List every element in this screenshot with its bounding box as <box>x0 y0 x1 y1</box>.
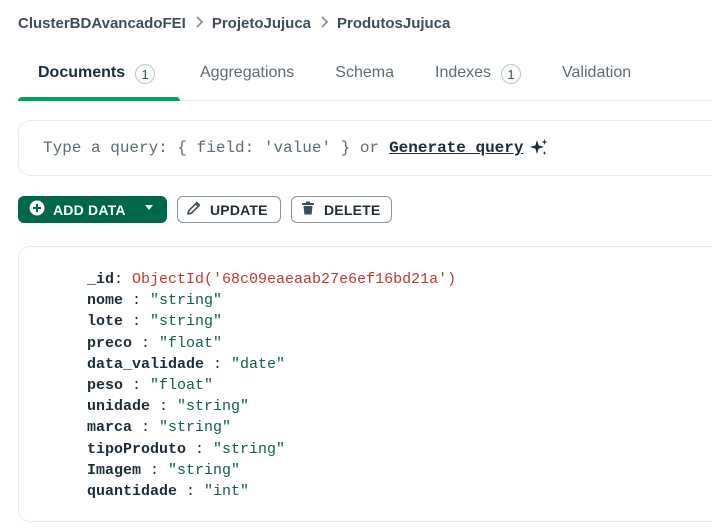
add-data-label: ADD DATA <box>53 201 126 218</box>
document-card[interactable]: _id: ObjectId('68c09eaeaab27e6ef16bd21a'… <box>18 246 712 522</box>
tab-validation[interactable]: Validation <box>562 54 631 100</box>
tab-aggregations[interactable]: Aggregations <box>200 54 294 100</box>
field-value: "string" <box>150 292 223 310</box>
tab-label: Schema <box>335 64 394 81</box>
document-field: lote : "string" <box>87 311 456 332</box>
breadcrumb-database[interactable]: ProjetoJujuca <box>212 15 311 32</box>
tab-label: Validation <box>562 64 632 81</box>
update-button[interactable]: UPDATE <box>177 196 281 223</box>
breadcrumb-collection[interactable]: ProdutosJujuca <box>337 15 450 32</box>
tab-label: Documents <box>38 64 126 81</box>
field-key: preco <box>87 334 133 352</box>
documents-toolbar: ADD DATA UPDATE DELETE <box>18 196 392 223</box>
documents-count-badge: 1 <box>135 64 156 84</box>
field-value: "date" <box>231 355 286 373</box>
field-value: "string" <box>213 440 286 458</box>
tab-label: Indexes <box>435 64 492 81</box>
field-key: unidade <box>87 398 151 416</box>
tab-documents[interactable]: Documents 1 <box>18 54 180 101</box>
query-placeholder: Type a query: { field: 'value' } or <box>43 139 380 157</box>
field-key: peso <box>87 377 124 395</box>
field-value: "float" <box>150 377 214 395</box>
field-value: "string" <box>159 419 232 437</box>
add-data-button[interactable]: ADD DATA <box>18 196 167 223</box>
document-field: peso : "float" <box>87 375 456 396</box>
tab-indexes[interactable]: Indexes 1 <box>435 54 522 100</box>
field-value: "float" <box>159 334 223 352</box>
document-field: _id: ObjectId('68c09eaeaab27e6ef16bd21a'… <box>87 269 456 290</box>
breadcrumb-cluster[interactable]: ClusterBDAvancadoFEI <box>18 15 186 32</box>
delete-label: DELETE <box>324 201 381 218</box>
field-separator: : <box>123 313 151 331</box>
field-key: quantidade <box>87 483 178 501</box>
plus-circle-icon <box>29 200 45 219</box>
field-separator: : <box>186 440 214 458</box>
document-field: tipoProduto : "string" <box>87 439 456 460</box>
field-separator: : <box>132 419 160 437</box>
tab-schema[interactable]: Schema <box>335 54 394 100</box>
trash-icon <box>300 200 316 219</box>
field-key: tipoProduto <box>87 440 187 458</box>
generate-query-link[interactable]: Generate query <box>389 139 523 157</box>
document-field: quantidade : "int" <box>87 481 456 502</box>
document-fields: _id: ObjectId('68c09eaeaab27e6ef16bd21a'… <box>87 269 456 502</box>
indexes-count-badge: 1 <box>501 64 522 84</box>
field-value: "int" <box>204 483 250 501</box>
field-key: data_validade <box>87 355 205 373</box>
field-key: nome <box>87 292 124 310</box>
field-value: "string" <box>177 398 250 416</box>
field-key: Imagem <box>87 461 142 479</box>
field-key: lote <box>87 313 124 331</box>
field-value: "string" <box>168 461 241 479</box>
field-separator: : <box>177 483 205 501</box>
update-label: UPDATE <box>210 201 268 218</box>
caret-down-icon <box>144 204 154 215</box>
document-field: marca : "string" <box>87 417 456 438</box>
field-separator: : <box>150 398 178 416</box>
document-field: preco : "float" <box>87 333 456 354</box>
pencil-icon <box>186 200 202 219</box>
field-value: ObjectId('68c09eaeaab27e6ef16bd21a') <box>132 271 457 288</box>
field-key: _id <box>87 271 115 288</box>
field-separator: : <box>123 292 151 310</box>
field-separator: : <box>141 461 169 479</box>
collection-tabs: Documents 1 Aggregations Schema Indexes … <box>18 54 712 101</box>
field-value: "string" <box>150 313 223 331</box>
field-separator: : <box>204 355 232 373</box>
document-field: Imagem : "string" <box>87 460 456 481</box>
sparkle-icon[interactable] <box>529 138 549 158</box>
tab-label: Aggregations <box>200 64 295 81</box>
query-bar[interactable]: Type a query: { field: 'value' } or Gene… <box>18 120 712 176</box>
field-separator: : <box>132 334 160 352</box>
chevron-right-icon <box>319 15 329 32</box>
field-separator: : <box>114 271 133 288</box>
field-separator: : <box>123 377 151 395</box>
breadcrumb: ClusterBDAvancadoFEI ProjetoJujuca Produ… <box>18 12 450 34</box>
field-key: marca <box>87 419 133 437</box>
document-field: nome : "string" <box>87 290 456 311</box>
delete-button[interactable]: DELETE <box>291 196 392 223</box>
chevron-right-icon <box>194 15 204 32</box>
document-field: unidade : "string" <box>87 396 456 417</box>
document-field: data_validade : "date" <box>87 354 456 375</box>
